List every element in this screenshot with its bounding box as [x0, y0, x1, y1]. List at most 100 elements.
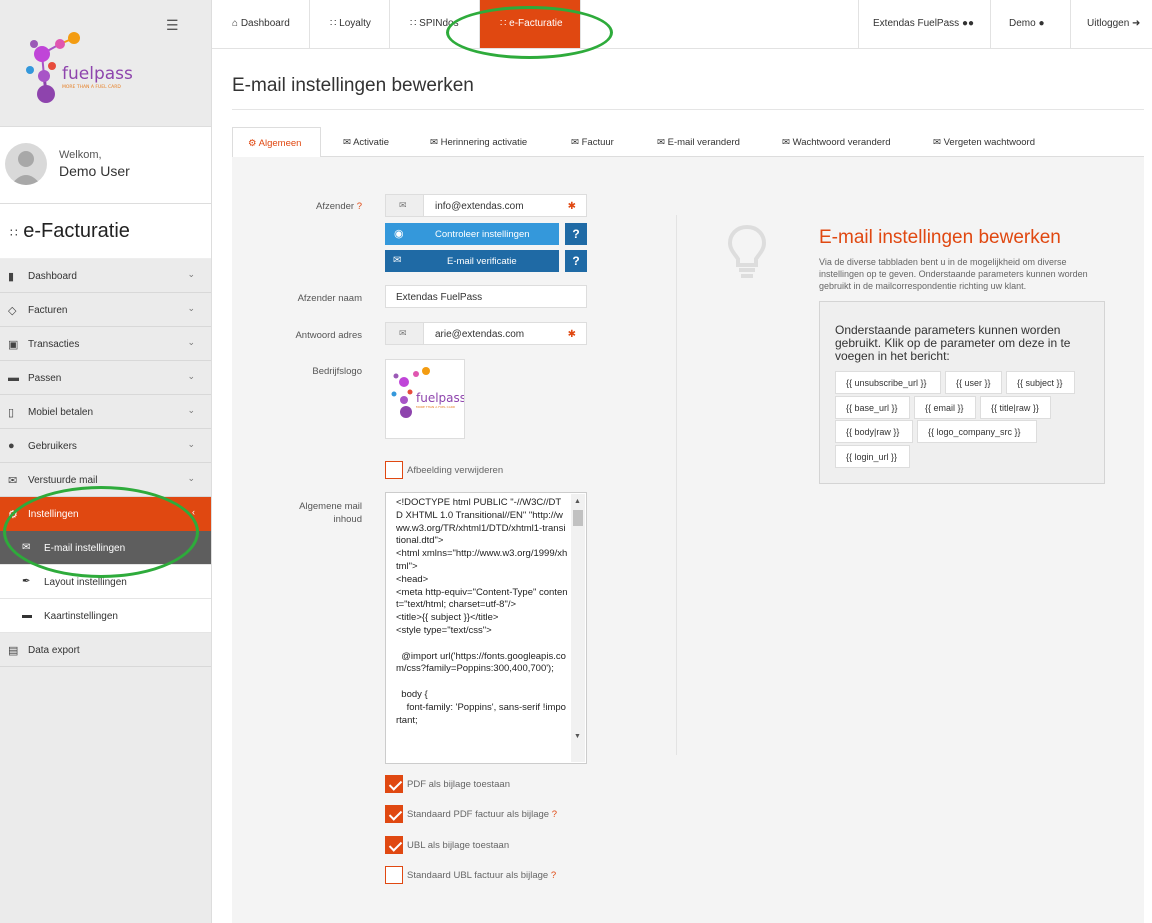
phone-icon: ▯ — [8, 407, 15, 419]
logout-button[interactable]: Uitloggen ➜ — [1070, 0, 1152, 48]
scrollbar[interactable]: ▲ ▼ — [571, 494, 585, 762]
param-title-raw[interactable]: {{ title|raw }} — [980, 396, 1051, 419]
tab-spindos[interactable]: ∷ SPINdos — [390, 0, 480, 48]
tab-email-veranderd[interactable]: ✉ E-mail veranderd — [636, 127, 762, 157]
welcome-text: Welkom, — [59, 149, 102, 161]
avatar — [5, 143, 47, 185]
mail-icon: ✉ — [933, 137, 941, 148]
sidebar-item-facturen[interactable]: ◇ Facturen ⌄ — [0, 293, 211, 327]
grid-icon: ∷ — [500, 18, 507, 29]
tab-factuur[interactable]: ✉ Factuur — [550, 127, 636, 157]
sidebar-subitem-layout-instellingen[interactable]: ✒ Layout instellingen — [0, 565, 211, 599]
afzender-input[interactable]: ✉ info@extendas.com ✱ — [385, 194, 587, 217]
param-subject[interactable]: {{ subject }} — [1006, 371, 1075, 394]
antwoord-adres-input[interactable]: ✉ arie@extendas.com ✱ — [385, 322, 587, 345]
sidebar-item-mobiel-betalen[interactable]: ▯ Mobiel betalen ⌄ — [0, 395, 211, 429]
gear-icon: ⚙ — [8, 509, 18, 521]
account-demo[interactable]: Demo ● — [990, 0, 1070, 48]
logo-area: fuelpass MORE THAN A FUEL CARD ☰ — [0, 0, 211, 127]
tab-activatie[interactable]: ✉ Activatie — [321, 127, 409, 157]
card-icon: ▬ — [8, 372, 19, 384]
document-icon: ▤ — [8, 645, 19, 657]
param-login-url[interactable]: {{ login_url }} — [835, 445, 910, 468]
account-extendas[interactable]: Extendas FuelPass ●● — [858, 0, 990, 48]
grid-icon: ∷ — [330, 18, 337, 29]
tab-algemeen[interactable]: ⚙ Algemeen — [232, 127, 321, 158]
help-verify-button[interactable]: ? — [565, 250, 587, 272]
info-text: Via de diverse tabbladen bent u in de mo… — [819, 257, 1088, 291]
card-icon: ▬ — [22, 610, 32, 621]
hamburger-icon[interactable]: ☰ — [166, 17, 179, 34]
remove-image-checkbox[interactable] — [385, 461, 403, 479]
std-ubl-checkbox[interactable] — [385, 866, 403, 884]
tag-icon: ◇ — [8, 305, 17, 317]
param-base-url[interactable]: {{ base_url }} — [835, 396, 910, 419]
email-verification-button[interactable]: ✉ E-mail verificatie — [385, 250, 559, 272]
company-logo-preview[interactable]: fuelpass MORE THAN A FUEL CARD — [385, 359, 466, 439]
param-unsubscribe-url[interactable]: {{ unsubscribe_url }} — [835, 371, 941, 394]
page-title: E-mail instellingen bewerken — [232, 75, 474, 96]
tab-loyalty[interactable]: ∷ Loyalty — [310, 0, 390, 48]
divider — [232, 109, 1144, 110]
check-settings-button[interactable]: ◉ Controleer instellingen — [385, 223, 559, 245]
envelope-icon: ✉ — [393, 255, 402, 266]
std-pdf-label: Standaard PDF factuur als bijlage ? — [407, 809, 557, 820]
chevron-down-icon: ⌄ — [187, 337, 195, 347]
sidebar-item-passen[interactable]: ▬ Passen ⌄ — [0, 361, 211, 395]
sidebar-item-data-export[interactable]: ▤ Data export — [0, 633, 211, 667]
fuelpass-logo: fuelpass MORE THAN A FUEL CARD — [391, 367, 466, 418]
param-user[interactable]: {{ user }} — [945, 371, 1002, 394]
user-name: Demo User — [59, 163, 130, 179]
mail-icon: ✉ — [657, 137, 665, 148]
tab-vergeten-wachtwoord[interactable]: ✉ Vergeten wachtwoord — [913, 127, 1063, 157]
grid-icon: ∷ — [10, 226, 18, 240]
mail-icon: ✉ — [8, 475, 18, 487]
bedrijfslogo-label: Bedrijfslogo — [312, 366, 362, 377]
tab-herinnering-activatie[interactable]: ✉ Herinnering activatie — [409, 127, 550, 157]
chevron-down-icon: ⌄ — [187, 303, 195, 313]
mail-body-textarea[interactable]: <!DOCTYPE html PUBLIC "-//W3C//DTD XHTML… — [385, 492, 587, 764]
params-box: Onderstaande parameters kunnen worden ge… — [819, 301, 1105, 484]
pdf-attach-checkbox[interactable] — [385, 775, 403, 793]
param-email[interactable]: {{ email }} — [914, 396, 976, 419]
chevron-down-icon: ⌄ — [187, 405, 195, 415]
tab-wachtwoord-veranderd[interactable]: ✉ Wachtwoord veranderd — [762, 127, 913, 157]
sidebar-subitem-email-instellingen[interactable]: ✉ E-mail instellingen — [0, 531, 211, 565]
svg-text:MORE THAN A FUEL CARD: MORE THAN A FUEL CARD — [62, 84, 121, 90]
mail-icon: ✉ — [343, 137, 351, 148]
afzender-label: Afzender ? — [316, 201, 362, 212]
help-check-button[interactable]: ? — [565, 223, 587, 245]
required-icon: ✱ — [567, 201, 576, 212]
logout-icon: ➜ — [1132, 18, 1141, 29]
top-nav: ⌂ Dashboard ∷ Loyalty ∷ SPINdos ∷ e-Fact… — [212, 0, 1152, 49]
user-icon: ● — [1038, 18, 1045, 29]
sidebar-item-verstuurde-mail[interactable]: ✉ Verstuurde mail ⌄ — [0, 463, 211, 497]
param-body-raw[interactable]: {{ body|raw }} — [835, 420, 913, 443]
sidebar-subitem-kaartinstellingen[interactable]: ▬ Kaartinstellingen — [0, 599, 211, 633]
settings-tabs: ⚙ Algemeen ✉ Activatie ✉ Herinnering act… — [232, 127, 1144, 158]
remove-image-label: Afbeelding verwijderen — [407, 465, 504, 476]
users-icon: ● — [8, 440, 15, 452]
ubl-attach-label: UBL als bijlage toestaan — [407, 840, 510, 851]
tab-e-facturatie[interactable]: ∷ e-Facturatie — [480, 0, 581, 48]
ubl-attach-checkbox[interactable] — [385, 836, 403, 854]
sidebar: fuelpass MORE THAN A FUEL CARD ☰ Welkom,… — [0, 0, 212, 923]
divider — [676, 215, 677, 755]
sidebar-item-dashboard[interactable]: ▮ Dashboard ⌄ — [0, 259, 211, 293]
params-text: Onderstaande parameters kunnen worden ge… — [835, 323, 1071, 363]
chevron-left-icon: ‹ — [192, 507, 195, 517]
grid-icon: ∷ — [410, 18, 417, 29]
afzender-naam-input[interactable]: Extendas FuelPass — [385, 285, 587, 308]
tab-dashboard[interactable]: ⌂ Dashboard — [212, 0, 310, 48]
mail-icon: ✉ — [430, 137, 438, 148]
std-pdf-checkbox[interactable] — [385, 805, 403, 823]
std-ubl-label: Standaard UBL factuur als bijlage ? — [407, 870, 557, 881]
sidebar-item-transacties[interactable]: ▣ Transacties ⌄ — [0, 327, 211, 361]
mail-body-label: Algemene mail inhoud — [299, 501, 362, 525]
param-logo-company-src[interactable]: {{ logo_company_src }} — [917, 420, 1037, 443]
mail-icon: ✉ — [782, 137, 790, 148]
sidebar-item-instellingen[interactable]: ⚙ Instellingen ‹ — [0, 497, 211, 531]
lightbulb-icon — [727, 224, 767, 278]
sidebar-item-gebruikers[interactable]: ● Gebruikers ⌄ — [0, 429, 211, 463]
chevron-down-icon: ⌄ — [187, 371, 195, 381]
